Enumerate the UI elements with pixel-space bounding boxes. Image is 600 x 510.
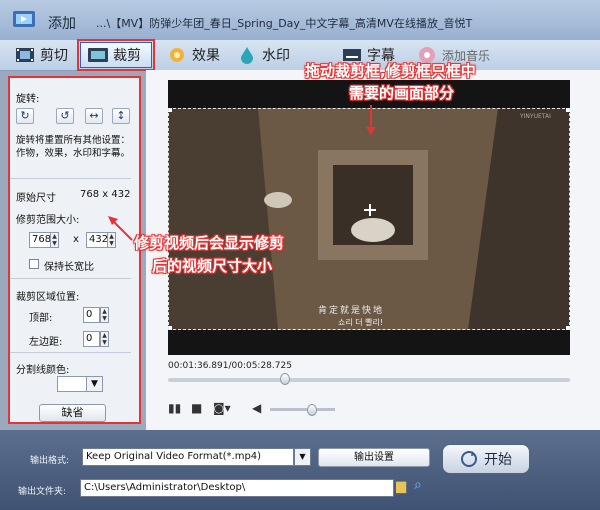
output-folder-label: 输出文件夹: <box>18 487 67 497</box>
search-icon[interactable]: ⌕ <box>414 477 422 493</box>
output-settings-button[interactable]: 输出设置 <box>318 448 430 467</box>
refresh-icon <box>461 451 477 467</box>
output-format-select[interactable]: Keep Original Video Format(*.mp4) <box>82 448 294 466</box>
output-format-label: 输出格式: <box>30 456 70 466</box>
output-format-dropdown[interactable]: ▼ <box>294 448 311 466</box>
folder-icon[interactable]: ▆ <box>396 479 406 494</box>
chevron-down-icon: ▼ <box>299 452 306 461</box>
start-button-label: 开始 <box>484 452 512 468</box>
start-button[interactable]: 开始 <box>442 444 530 474</box>
output-folder-input[interactable]: C:\Users\Administrator\Desktop\ <box>80 479 394 497</box>
